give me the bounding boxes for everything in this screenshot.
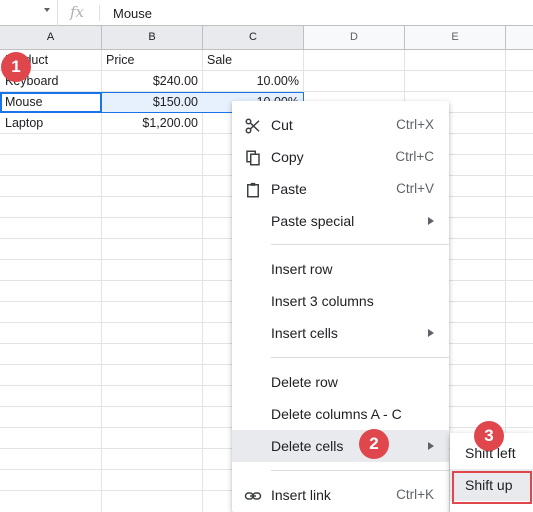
formula-bar: fx Mouse [0, 0, 533, 26]
menu-item-label: Insert row [271, 261, 333, 277]
cell-a4[interactable]: Laptop [1, 113, 101, 133]
cell-b3[interactable]: $150.00 [102, 92, 202, 112]
menu-item-insert-link[interactable]: Insert link Ctrl+K [232, 479, 449, 511]
menu-item-label: Paste [271, 181, 307, 197]
menu-item-shortcut: Ctrl+V [396, 181, 434, 196]
link-icon [244, 492, 262, 500]
column-header-d[interactable]: D [304, 26, 405, 50]
menu-item-label: Insert cells [271, 325, 338, 341]
callout-badge-2: 2 [359, 429, 389, 459]
cell-a3[interactable]: Mouse [1, 92, 101, 112]
clipboard-icon [247, 182, 259, 198]
menu-item-cut[interactable]: Cut Ctrl+X [232, 109, 449, 141]
copy-icon [246, 150, 260, 166]
menu-item-copy[interactable]: Copy Ctrl+C [232, 141, 449, 173]
column-header-b[interactable]: B [102, 26, 203, 50]
cell-b1[interactable]: Price [102, 50, 202, 70]
menu-separator [271, 470, 449, 471]
submenu-arrow-icon [428, 442, 434, 450]
name-box[interactable] [0, 0, 58, 26]
highlight-box [452, 471, 532, 504]
menu-item-paste[interactable]: Paste Ctrl+V [232, 173, 449, 205]
menu-item-insert-columns[interactable]: Insert 3 columns [232, 285, 449, 317]
menu-item-label: Delete cells [271, 438, 344, 454]
menu-item-shortcut: Ctrl+X [396, 117, 434, 132]
menu-item-delete-cells[interactable]: Delete cells [232, 430, 449, 462]
menu-item-label: Delete columns A - C [271, 406, 402, 422]
menu-item-delete-columns[interactable]: Delete columns A - C [232, 398, 449, 430]
menu-item-label: Copy [271, 149, 304, 165]
submenu-arrow-icon [428, 329, 434, 337]
fx-icon: fx [70, 3, 85, 21]
column-header-f[interactable] [506, 26, 533, 50]
cell-b4[interactable]: $1,200.00 [102, 113, 202, 133]
gridline [202, 50, 203, 512]
column-header-a[interactable]: A [0, 26, 102, 50]
menu-item-insert-cells[interactable]: Insert cells [232, 317, 449, 349]
menu-item-label: Cut [271, 117, 293, 133]
cell-c1[interactable]: Sale [203, 50, 303, 70]
column-header-c[interactable]: C [203, 26, 304, 50]
formula-separator [99, 5, 100, 21]
menu-item-label: Insert link [271, 487, 331, 503]
menu-item-paste-special[interactable]: Paste special [232, 205, 449, 237]
callout-badge-1: 1 [1, 52, 31, 82]
menu-item-shortcut: Ctrl+C [395, 149, 434, 164]
menu-item-label: Delete row [271, 374, 338, 390]
context-menu: Cut Ctrl+X Copy Ctrl+C Paste Ctrl+V Past… [232, 101, 449, 512]
scissors-icon [245, 118, 260, 134]
column-header-e[interactable]: E [405, 26, 506, 50]
formula-input[interactable]: Mouse [113, 6, 152, 21]
menu-item-insert-row[interactable]: Insert row [232, 253, 449, 285]
callout-badge-3: 3 [474, 421, 504, 451]
menu-separator [271, 357, 449, 358]
cell-b2[interactable]: $240.00 [102, 71, 202, 91]
cell-c2[interactable]: 10.00% [203, 71, 303, 91]
menu-separator [271, 244, 449, 245]
menu-item-shortcut: Ctrl+K [396, 487, 434, 502]
submenu-arrow-icon [428, 217, 434, 225]
menu-item-label: Paste special [271, 213, 355, 229]
name-box-dropdown-icon[interactable] [44, 8, 50, 12]
menu-item-delete-row[interactable]: Delete row [232, 366, 449, 398]
menu-item-label: Insert 3 columns [271, 293, 374, 309]
